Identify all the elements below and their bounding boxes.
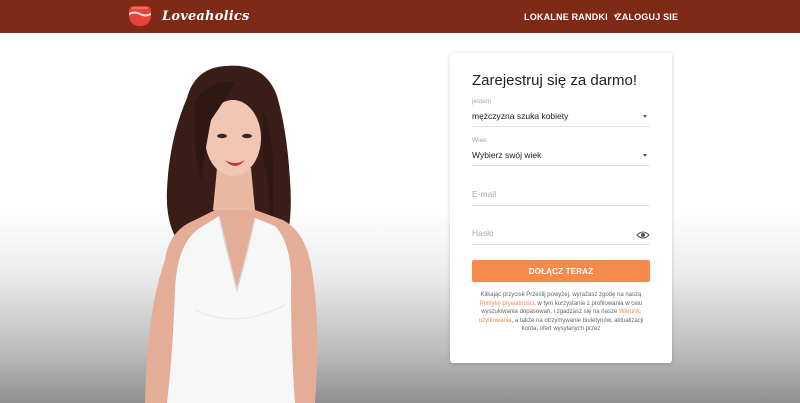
registration-title: Zarejestruj się za darmo! bbox=[472, 72, 638, 89]
local-dating-menu[interactable]: LOKALNE RANDKI ▼ bbox=[524, 0, 619, 33]
email-placeholder: E-mail bbox=[472, 189, 497, 199]
brand-name: Loveaholics bbox=[162, 8, 250, 24]
eye-icon[interactable] bbox=[636, 230, 650, 240]
gender-label: jestem bbox=[472, 98, 492, 105]
hero-woman-photo bbox=[145, 65, 318, 403]
join-now-button[interactable]: DOŁĄCZ TERAZ bbox=[472, 260, 650, 282]
email-field[interactable]: E-mail bbox=[472, 179, 650, 206]
local-dating-label: LOKALNE RANDKI bbox=[524, 11, 608, 22]
login-link[interactable]: ZALOGUJ SIE bbox=[616, 0, 678, 33]
terms-notice: Klikając przycisk Prześlij powyżej, wyra… bbox=[472, 291, 650, 334]
terms-text-part3: , a także na otrzymywanie biuletynów, ak… bbox=[511, 317, 644, 333]
chevron-down-icon bbox=[643, 115, 647, 118]
age-value: Wybierz swój wiek bbox=[472, 150, 542, 160]
chevron-down-icon bbox=[643, 154, 647, 157]
password-placeholder: Hasło bbox=[472, 228, 494, 238]
password-field[interactable]: Hasło bbox=[472, 218, 650, 245]
heart-cup-logo-icon bbox=[129, 6, 151, 26]
registration-card: Zarejestruj się za darmo! jestem mężczyz… bbox=[450, 53, 672, 363]
gender-select[interactable]: jestem mężczyzna szuka kobiety bbox=[472, 98, 650, 127]
terms-text-part1: Klikając przycisk Prześlij powyżej, wyra… bbox=[480, 292, 642, 298]
brand-logo[interactable]: Loveaholics bbox=[127, 5, 250, 27]
age-label: Wiek bbox=[472, 137, 487, 144]
privacy-policy-link[interactable]: Politykę prywatności bbox=[480, 301, 534, 307]
age-select[interactable]: Wiek Wybierz swój wiek bbox=[472, 137, 650, 166]
login-label: ZALOGUJ SIE bbox=[616, 11, 679, 22]
gender-value: mężczyzna szuka kobiety bbox=[472, 111, 569, 121]
top-navigation-bar: Loveaholics LOKALNE RANDKI ▼ ZALOGUJ SIE bbox=[0, 0, 800, 33]
